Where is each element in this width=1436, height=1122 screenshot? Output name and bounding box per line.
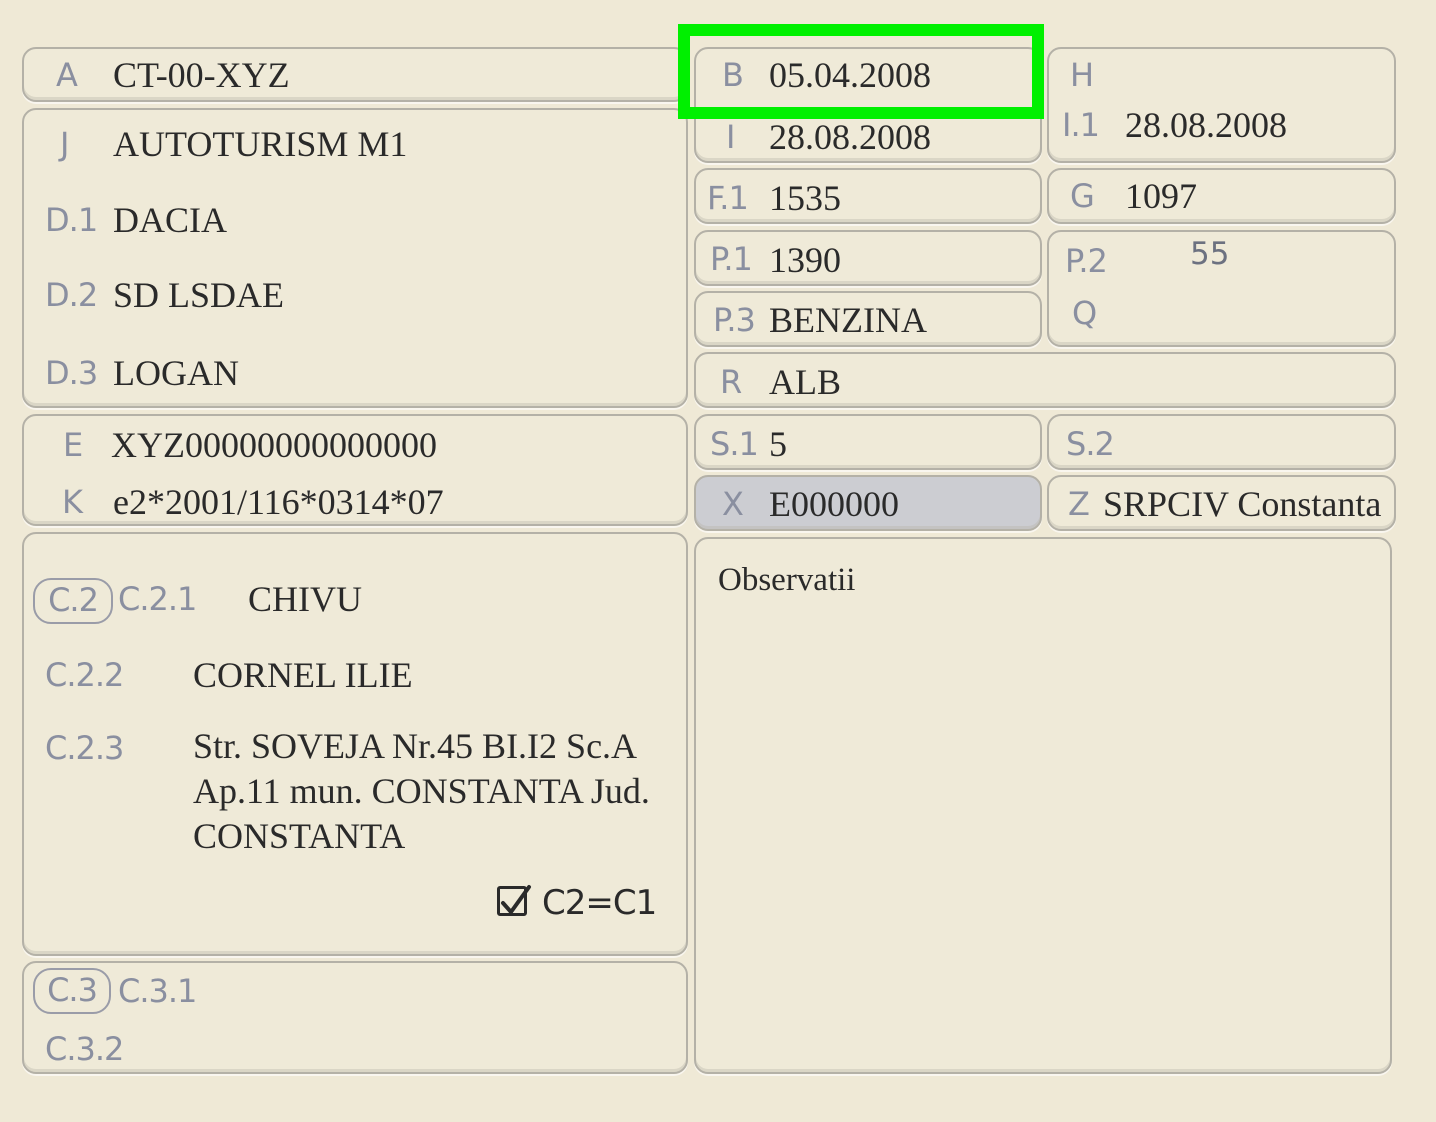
field-i-label: I xyxy=(726,118,735,156)
c2-equals-c1-label: C2=C1 xyxy=(542,883,657,923)
field-c22-label: C.2.2 xyxy=(45,656,124,694)
field-d2-label: D.2 xyxy=(45,276,98,314)
field-c23-line-3[interactable]: CONSTANTA xyxy=(193,815,405,857)
field-d1-value[interactable]: DACIA xyxy=(113,199,227,241)
field-e-value[interactable]: XYZ00000000000000 xyxy=(111,424,437,466)
field-c22-value[interactable]: CORNEL ILIE xyxy=(193,654,413,696)
field-s2-label: S.2 xyxy=(1066,425,1115,463)
field-f1-label: F.1 xyxy=(707,179,749,217)
field-d2-value[interactable]: SD LSDAE xyxy=(113,274,284,316)
field-p1-value[interactable]: 1390 xyxy=(769,239,841,281)
checkmark-icon xyxy=(501,885,531,914)
field-j-label: J xyxy=(60,125,69,163)
field-c31-label: C.3.1 xyxy=(118,972,197,1010)
field-b-label: B xyxy=(722,56,744,94)
field-i-value[interactable]: 28.08.2008 xyxy=(769,116,931,158)
field-p3-value[interactable]: BENZINA xyxy=(769,299,927,341)
field-s1-value[interactable]: 5 xyxy=(769,423,787,465)
field-c23-line-2[interactable]: Ap.11 mun. CONSTANTA Jud. xyxy=(193,770,650,812)
field-e-label: E xyxy=(63,426,83,464)
field-c23-line-1[interactable]: Str. SOVEJA Nr.45 BI.I2 Sc.A xyxy=(193,725,637,767)
field-p2-label: P.2 xyxy=(1065,242,1108,280)
c3-section-pill: C.3 xyxy=(33,968,111,1014)
c2-equals-c1-checkbox[interactable] xyxy=(497,885,531,916)
field-d3-value[interactable]: LOGAN xyxy=(113,352,239,394)
field-a-label: A xyxy=(56,56,78,94)
field-d3-label: D.3 xyxy=(45,354,98,392)
field-d1-label: D.1 xyxy=(45,201,98,239)
field-s1-label: S.1 xyxy=(710,425,759,463)
field-c23-label: C.2.3 xyxy=(45,729,124,767)
field-p3-label: P.3 xyxy=(713,301,756,339)
field-p2-value[interactable]: 55 xyxy=(1190,236,1229,272)
field-b-value[interactable]: 05.04.2008 xyxy=(769,54,931,96)
c2-section-pill: C.2 xyxy=(33,578,113,624)
field-r-value[interactable]: ALB xyxy=(769,361,841,403)
field-k-value[interactable]: e2*2001/116*0314*07 xyxy=(113,481,444,523)
field-g-value[interactable]: 1097 xyxy=(1125,175,1197,217)
field-c21-value[interactable]: CHIVU xyxy=(248,578,362,620)
field-a-value[interactable]: CT-00-XYZ xyxy=(113,54,290,96)
field-q-label: Q xyxy=(1072,294,1097,332)
field-h-label: H xyxy=(1070,56,1094,94)
field-i1-value[interactable]: 28.08.2008 xyxy=(1125,104,1287,146)
observations-box xyxy=(694,537,1392,1074)
field-p1-label: P.1 xyxy=(710,240,753,278)
field-r-label: R xyxy=(720,363,742,401)
field-z-value[interactable]: SRPCIV Constanta xyxy=(1103,483,1381,525)
field-c32-label: C.3.2 xyxy=(45,1030,124,1068)
field-z-label: Z xyxy=(1068,485,1090,523)
field-g-box xyxy=(1047,168,1396,224)
field-i1-label: I.1 xyxy=(1062,106,1100,144)
field-k-label: K xyxy=(62,483,83,521)
field-x-label: X xyxy=(722,485,744,523)
field-j-value[interactable]: AUTOTURISM M1 xyxy=(113,123,407,165)
observations-label: Observatii xyxy=(718,562,856,598)
field-c21-label: C.2.1 xyxy=(118,580,197,618)
field-x-value[interactable]: E000000 xyxy=(769,483,899,525)
field-g-label: G xyxy=(1070,177,1095,215)
field-f1-value[interactable]: 1535 xyxy=(769,177,841,219)
